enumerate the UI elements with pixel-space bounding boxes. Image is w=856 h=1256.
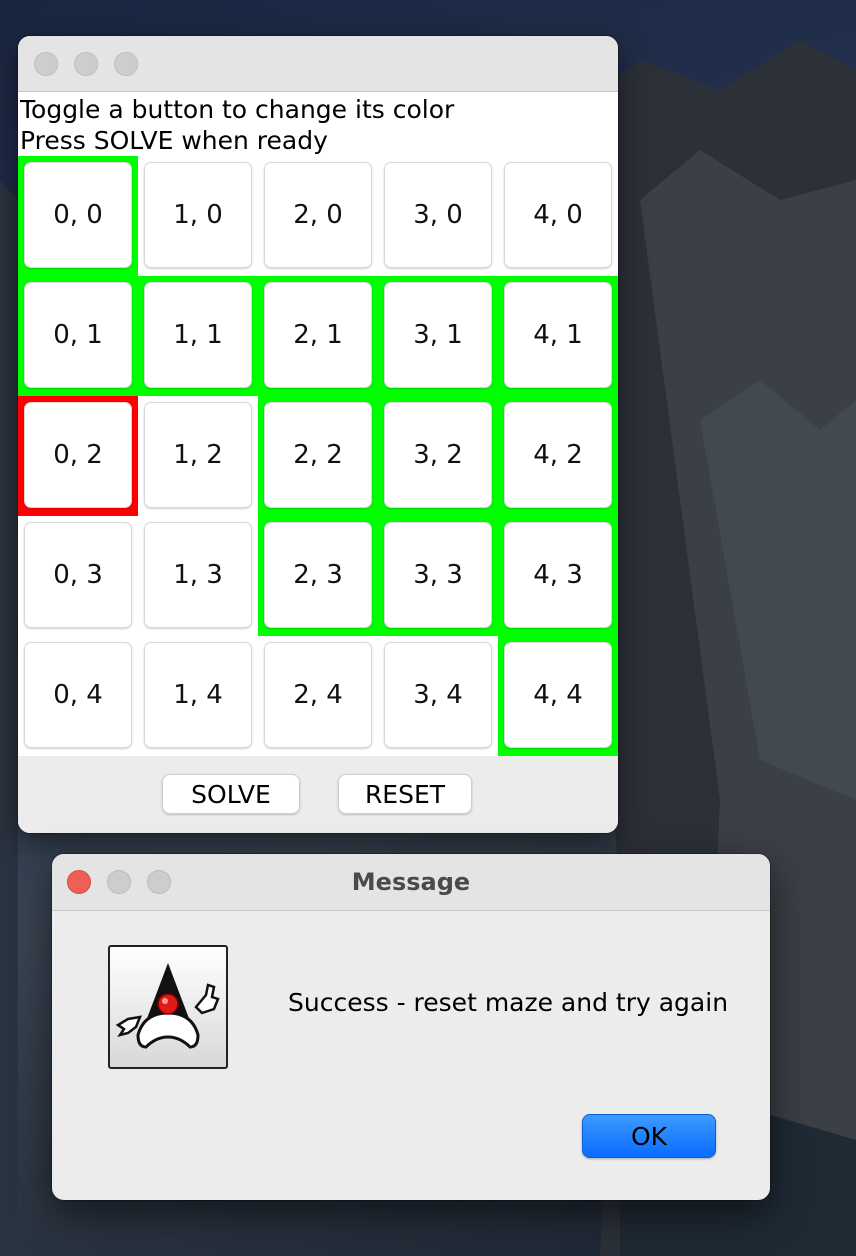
maze-cell: 0, 1 — [18, 276, 138, 396]
maze-cell-button[interactable]: 4, 2 — [504, 402, 612, 508]
ok-button[interactable]: OK — [582, 1114, 716, 1158]
maze-cell-button[interactable]: 0, 3 — [24, 522, 132, 628]
maze-cell-button[interactable]: 2, 2 — [264, 402, 372, 508]
java-duke-icon — [108, 945, 228, 1069]
maze-cell: 0, 4 — [18, 636, 138, 756]
maze-cell-button[interactable]: 3, 4 — [384, 642, 492, 748]
maze-cell-button[interactable]: 0, 1 — [24, 282, 132, 388]
maze-cell: 4, 4 — [498, 636, 618, 756]
maze-cell-button[interactable]: 1, 3 — [144, 522, 252, 628]
close-window-button[interactable] — [34, 52, 58, 76]
maze-cell-button[interactable]: 0, 0 — [24, 162, 132, 268]
maze-cell-button[interactable]: 1, 4 — [144, 642, 252, 748]
maze-cell-button[interactable]: 1, 2 — [144, 402, 252, 508]
dialog-title: Message — [351, 868, 471, 896]
maze-cell: 1, 1 — [138, 276, 258, 396]
maze-cell: 1, 4 — [138, 636, 258, 756]
maze-cell-button[interactable]: 2, 1 — [264, 282, 372, 388]
maze-cell: 4, 2 — [498, 396, 618, 516]
maze-cell-button[interactable]: 2, 4 — [264, 642, 372, 748]
zoom-window-button[interactable] — [114, 52, 138, 76]
instruction-line: Press SOLVE when ready — [20, 126, 328, 155]
maze-window: Toggle a button to change its color Pres… — [18, 36, 618, 833]
dialog-message: Success - reset maze and try again — [288, 988, 729, 1017]
maze-cell: 3, 4 — [378, 636, 498, 756]
maze-cell-button[interactable]: 1, 0 — [144, 162, 252, 268]
maze-cell: 3, 2 — [378, 396, 498, 516]
maze-titlebar — [18, 36, 618, 92]
maze-cell: 1, 2 — [138, 396, 258, 516]
maze-cell: 3, 3 — [378, 516, 498, 636]
maze-cell: 4, 0 — [498, 156, 618, 276]
minimize-window-button[interactable] — [74, 52, 98, 76]
maze-cell-button[interactable]: 4, 3 — [504, 522, 612, 628]
maze-grid: 0, 0 1, 0 2, 0 3, 0 4, 0 0, 1 1, 1 2, 1 3, 1 4, 1… — [18, 156, 618, 756]
maze-cell: 0, 3 — [18, 516, 138, 636]
maze-cell-button[interactable]: 3, 0 — [384, 162, 492, 268]
maze-cell-button[interactable]: 3, 1 — [384, 282, 492, 388]
maze-cell: 2, 3 — [258, 516, 378, 636]
maze-cell: 2, 4 — [258, 636, 378, 756]
maze-cell-button[interactable]: 0, 2 — [24, 402, 132, 508]
instruction-line: Toggle a button to change its color — [20, 95, 455, 124]
reset-button[interactable]: RESET — [338, 774, 472, 814]
maze-cell: 2, 1 — [258, 276, 378, 396]
message-dialog: Message Success - reset maze and try aga… — [52, 854, 770, 1200]
dialog-titlebar: Message — [52, 854, 770, 911]
maze-cell-button[interactable]: 3, 2 — [384, 402, 492, 508]
maze-cell: 2, 0 — [258, 156, 378, 276]
maze-cell: 3, 1 — [378, 276, 498, 396]
maze-cell-button[interactable]: 2, 3 — [264, 522, 372, 628]
maze-cell: 3, 0 — [378, 156, 498, 276]
maze-cell: 2, 2 — [258, 396, 378, 516]
maze-cell: 0, 2 — [18, 396, 138, 516]
instructions-panel: Toggle a button to change its color Pres… — [18, 92, 618, 156]
maze-cell-button[interactable]: 0, 4 — [24, 642, 132, 748]
maze-cell-button[interactable]: 3, 3 — [384, 522, 492, 628]
maze-cell: 1, 0 — [138, 156, 258, 276]
maze-cell: 4, 3 — [498, 516, 618, 636]
maze-cell: 1, 3 — [138, 516, 258, 636]
maze-cell: 0, 0 — [18, 156, 138, 276]
maze-footer: SOLVE RESET — [18, 756, 618, 833]
maze-cell-button[interactable]: 2, 0 — [264, 162, 372, 268]
maze-cell: 4, 1 — [498, 276, 618, 396]
maze-cell-button[interactable]: 4, 1 — [504, 282, 612, 388]
maze-cell-button[interactable]: 4, 4 — [504, 642, 612, 748]
maze-cell-button[interactable]: 4, 0 — [504, 162, 612, 268]
solve-button[interactable]: SOLVE — [162, 774, 300, 814]
maze-cell-button[interactable]: 1, 1 — [144, 282, 252, 388]
